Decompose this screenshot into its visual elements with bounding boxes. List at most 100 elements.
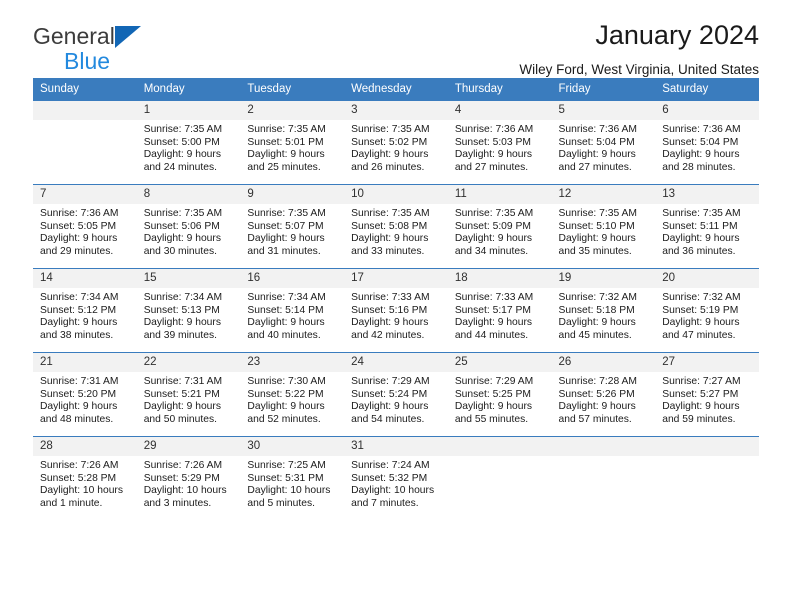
calendar-cell-empty	[447, 436, 552, 521]
calendar-cell-inner	[447, 437, 552, 521]
day-details: Sunrise: 7:34 AM Sunset: 5:12 PM Daylight:…	[33, 288, 137, 342]
calendar-day-cell[interactable]: 25 Sunrise: 7:29 AM Sunset: 5:25 PM Dayligh…	[447, 352, 552, 437]
daylight-text-line2: and 35 minutes.	[558, 245, 632, 257]
day-number: 3	[344, 101, 448, 120]
calendar-day-cell[interactable]: 17 Sunrise: 7:33 AM Sunset: 5:16 PM Dayligh…	[344, 268, 448, 353]
calendar-day-cell[interactable]: 19 Sunrise: 7:32 AM Sunset: 5:18 PM Dayligh…	[551, 268, 656, 353]
daylight-text-line1: Daylight: 9 hours	[454, 317, 533, 329]
calendar-day-cell[interactable]: 20 Sunrise: 7:32 AM Sunset: 5:19 PM Dayligh…	[655, 268, 759, 353]
calendar-day-cell[interactable]: 16 Sunrise: 7:34 AM Sunset: 5:14 PM Dayligh…	[240, 268, 345, 353]
calendar-day-cell[interactable]: 11 Sunrise: 7:35 AM Sunset: 5:09 PM Dayligh…	[447, 184, 552, 269]
daylight-text-line2: and 57 minutes.	[558, 413, 632, 425]
calendar-day-cell[interactable]: 24 Sunrise: 7:29 AM Sunset: 5:24 PM Dayligh…	[344, 352, 448, 437]
sunset-text: Sunset: 5:11 PM	[662, 220, 738, 232]
calendar-day-cell[interactable]: 30 Sunrise: 7:25 AM Sunset: 5:31 PM Dayligh…	[240, 436, 345, 521]
calendar-cell-inner: 29 Sunrise: 7:26 AM Sunset: 5:29 PM Dayligh…	[136, 437, 241, 521]
sunrise-text: Sunrise: 7:34 AM	[40, 292, 119, 303]
day-details: Sunrise: 7:27 AM Sunset: 5:27 PM Daylight:…	[655, 372, 759, 426]
daylight-text-line1: Daylight: 9 hours	[558, 149, 636, 161]
daylight-text-line1: Daylight: 9 hours	[558, 317, 636, 329]
calendar-day-cell[interactable]: 5 Sunrise: 7:36 AM Sunset: 5:04 PM Daylight…	[551, 100, 656, 185]
day-number: 24	[344, 353, 448, 372]
calendar-day-cell[interactable]: 22 Sunrise: 7:31 AM Sunset: 5:21 PM Dayligh…	[136, 352, 241, 437]
calendar-cell-inner: 6 Sunrise: 7:36 AM Sunset: 5:04 PM Daylight…	[655, 101, 759, 184]
sunrise-text: Sunrise: 7:27 AM	[662, 376, 741, 387]
sunrise-text: Sunrise: 7:35 AM	[454, 208, 534, 219]
calendar-cell-inner: 12 Sunrise: 7:35 AM Sunset: 5:10 PM Dayligh…	[551, 185, 656, 268]
calendar-day-cell[interactable]: 31 Sunrise: 7:24 AM Sunset: 5:32 PM Dayligh…	[344, 436, 448, 521]
day-details: Sunrise: 7:29 AM Sunset: 5:24 PM Daylight:…	[344, 372, 448, 426]
sunrise-text: Sunrise: 7:29 AM	[351, 376, 430, 387]
daylight-text-line1: Daylight: 9 hours	[662, 149, 740, 161]
weekday-header-tuesday: Tuesday	[240, 78, 345, 101]
day-number: 17	[344, 269, 448, 288]
day-number: 9	[240, 185, 345, 204]
weekday-header-saturday: Saturday	[655, 78, 759, 101]
calendar-cell-inner: 11 Sunrise: 7:35 AM Sunset: 5:09 PM Dayligh…	[447, 185, 552, 268]
calendar-cell-inner: 26 Sunrise: 7:28 AM Sunset: 5:26 PM Dayligh…	[551, 353, 656, 436]
day-number: 21	[33, 353, 137, 372]
calendar-day-cell[interactable]: 6 Sunrise: 7:36 AM Sunset: 5:04 PM Daylight…	[655, 100, 759, 185]
calendar-cell-inner: 22 Sunrise: 7:31 AM Sunset: 5:21 PM Dayligh…	[136, 353, 241, 436]
day-details: Sunrise: 7:34 AM Sunset: 5:13 PM Daylight:…	[137, 288, 241, 342]
calendar-day-cell[interactable]: 29 Sunrise: 7:26 AM Sunset: 5:29 PM Dayligh…	[136, 436, 241, 521]
day-number: 14	[33, 269, 137, 288]
daylight-text-line1: Daylight: 9 hours	[662, 233, 740, 245]
sunrise-text: Sunrise: 7:36 AM	[454, 124, 534, 135]
sunrise-text: Sunrise: 7:24 AM	[351, 460, 430, 471]
weekday-header-thursday: Thursday	[447, 78, 552, 101]
daylight-text-line1: Daylight: 9 hours	[247, 233, 325, 245]
sunset-text: Sunset: 5:21 PM	[143, 388, 220, 400]
daylight-text-line1: Daylight: 9 hours	[351, 401, 429, 413]
calendar-cell-inner	[33, 101, 137, 184]
calendar-day-cell[interactable]: 3 Sunrise: 7:35 AM Sunset: 5:02 PM Daylight…	[344, 100, 448, 185]
calendar-cell-inner: 1 Sunrise: 7:35 AM Sunset: 5:00 PM Daylight…	[136, 101, 241, 184]
day-number: 5	[551, 101, 656, 120]
calendar-day-cell[interactable]: 7 Sunrise: 7:36 AM Sunset: 5:05 PM Daylight…	[33, 184, 137, 269]
calendar-day-cell[interactable]: 1 Sunrise: 7:35 AM Sunset: 5:00 PM Daylight…	[136, 100, 241, 185]
daylight-text-line1: Daylight: 9 hours	[247, 149, 325, 161]
sunrise-text: Sunrise: 7:36 AM	[662, 124, 741, 135]
daylight-text-line1: Daylight: 9 hours	[40, 317, 118, 329]
sunset-text: Sunset: 5:16 PM	[351, 304, 428, 316]
calendar-day-cell[interactable]: 4 Sunrise: 7:36 AM Sunset: 5:03 PM Daylight…	[447, 100, 552, 185]
day-details: Sunrise: 7:30 AM Sunset: 5:22 PM Daylight:…	[240, 372, 344, 426]
day-details: Sunrise: 7:36 AM Sunset: 5:04 PM Daylight:…	[655, 120, 759, 174]
daylight-text-line2: and 47 minutes.	[662, 329, 736, 341]
calendar-cell-inner: 10 Sunrise: 7:35 AM Sunset: 5:08 PM Dayligh…	[344, 185, 448, 268]
day-details: Sunrise: 7:36 AM Sunset: 5:05 PM Daylight:…	[33, 204, 137, 258]
calendar-cell-inner: 4 Sunrise: 7:36 AM Sunset: 5:03 PM Daylight…	[447, 101, 552, 184]
calendar-day-cell[interactable]: 28 Sunrise: 7:26 AM Sunset: 5:28 PM Dayligh…	[33, 436, 137, 521]
daylight-text-line1: Daylight: 9 hours	[40, 233, 118, 245]
brand-logo[interactable]: General Blue	[33, 25, 141, 73]
day-details: Sunrise: 7:35 AM Sunset: 5:08 PM Daylight:…	[344, 204, 448, 258]
calendar-day-cell[interactable]: 9 Sunrise: 7:35 AM Sunset: 5:07 PM Daylight…	[240, 184, 345, 269]
calendar-cell-inner: 7 Sunrise: 7:36 AM Sunset: 5:05 PM Daylight…	[33, 185, 137, 268]
daylight-text-line2: and 38 minutes.	[40, 329, 114, 341]
calendar-day-cell[interactable]: 26 Sunrise: 7:28 AM Sunset: 5:26 PM Dayligh…	[551, 352, 656, 437]
calendar-day-cell[interactable]: 15 Sunrise: 7:34 AM Sunset: 5:13 PM Dayligh…	[136, 268, 241, 353]
calendar-cell-inner: 13 Sunrise: 7:35 AM Sunset: 5:11 PM Dayligh…	[655, 185, 759, 268]
day-number	[551, 437, 656, 456]
calendar-day-cell[interactable]: 18 Sunrise: 7:33 AM Sunset: 5:17 PM Dayligh…	[447, 268, 552, 353]
calendar-day-cell[interactable]: 14 Sunrise: 7:34 AM Sunset: 5:12 PM Dayligh…	[33, 268, 137, 353]
calendar-day-cell[interactable]: 2 Sunrise: 7:35 AM Sunset: 5:01 PM Daylight…	[240, 100, 345, 185]
daylight-text-line2: and 24 minutes.	[143, 161, 217, 173]
calendar-day-cell[interactable]: 10 Sunrise: 7:35 AM Sunset: 5:08 PM Dayligh…	[344, 184, 448, 269]
calendar-day-cell[interactable]: 23 Sunrise: 7:30 AM Sunset: 5:22 PM Dayligh…	[240, 352, 345, 437]
day-details: Sunrise: 7:31 AM Sunset: 5:21 PM Daylight:…	[137, 372, 241, 426]
daylight-text-line2: and 33 minutes.	[351, 245, 425, 257]
brand-line-one: General	[33, 25, 141, 49]
calendar-day-cell[interactable]: 13 Sunrise: 7:35 AM Sunset: 5:11 PM Dayligh…	[655, 184, 759, 269]
calendar-day-cell[interactable]: 21 Sunrise: 7:31 AM Sunset: 5:20 PM Dayligh…	[33, 352, 137, 437]
day-details: Sunrise: 7:35 AM Sunset: 5:10 PM Daylight:…	[552, 204, 656, 258]
calendar-day-cell[interactable]: 12 Sunrise: 7:35 AM Sunset: 5:10 PM Dayligh…	[551, 184, 656, 269]
daylight-text-line2: and 42 minutes.	[351, 329, 425, 341]
daylight-text-line2: and 45 minutes.	[558, 329, 632, 341]
calendar-cell-inner: 8 Sunrise: 7:35 AM Sunset: 5:06 PM Daylight…	[136, 185, 241, 268]
sunrise-text: Sunrise: 7:31 AM	[40, 376, 119, 387]
calendar-day-cell[interactable]: 27 Sunrise: 7:27 AM Sunset: 5:27 PM Dayligh…	[655, 352, 759, 437]
calendar-day-cell[interactable]: 8 Sunrise: 7:35 AM Sunset: 5:06 PM Daylight…	[136, 184, 241, 269]
day-details: Sunrise: 7:26 AM Sunset: 5:28 PM Daylight:…	[33, 456, 137, 510]
day-number: 4	[447, 101, 552, 120]
